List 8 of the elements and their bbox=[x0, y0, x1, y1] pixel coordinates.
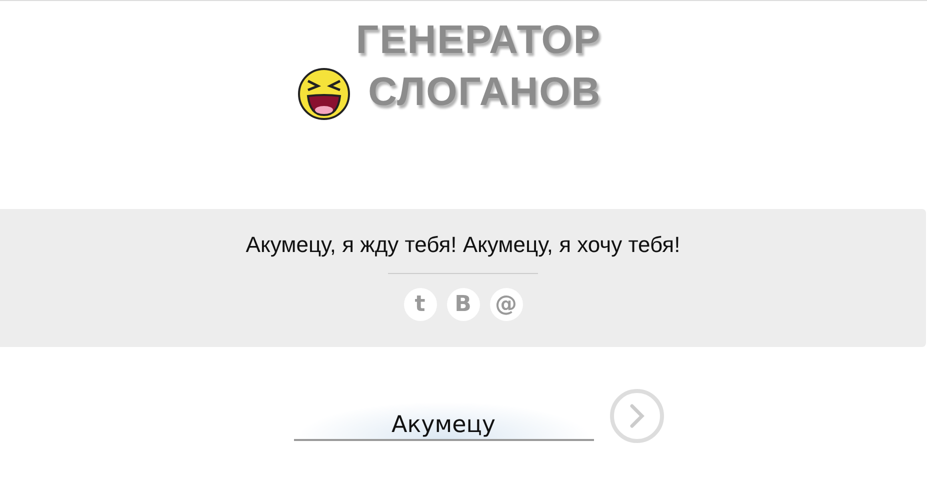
logo-text: ГЕНЕРАТОР bbox=[356, 17, 602, 63]
next-button[interactable] bbox=[610, 389, 664, 443]
share-button[interactable]: В bbox=[446, 288, 480, 321]
share-button[interactable]: t bbox=[404, 288, 436, 321]
share-button[interactable]: @ bbox=[490, 288, 522, 321]
slogan-text: Акумецу, я жду тебя! Акумецу, я хочу тебя! bbox=[246, 232, 680, 258]
laughing-smiley-icon bbox=[296, 67, 352, 121]
logo-text: СЛОГАНОВ bbox=[368, 69, 602, 115]
